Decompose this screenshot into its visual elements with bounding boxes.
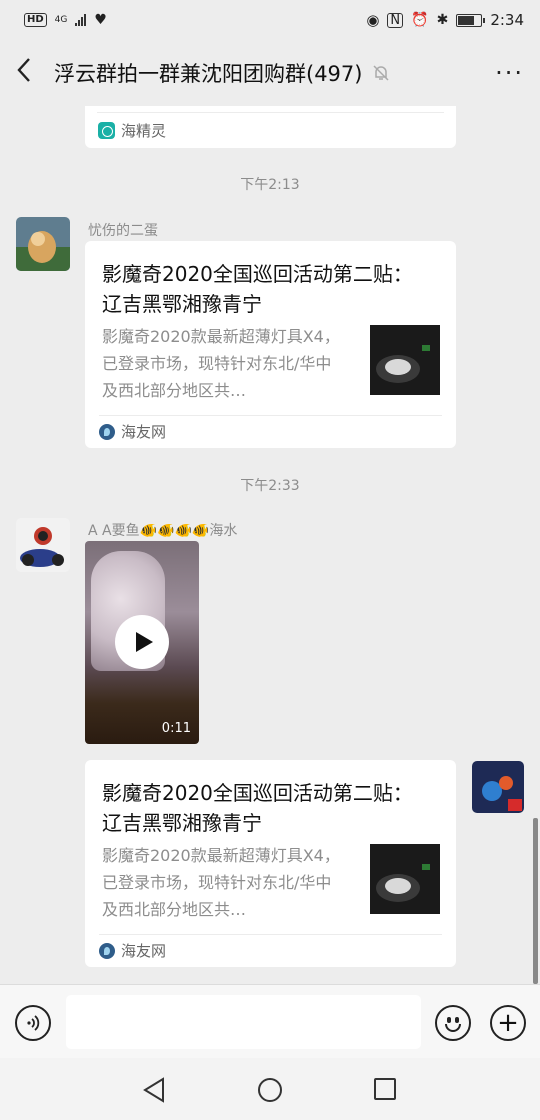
system-nav-bar [0, 1058, 540, 1120]
chat-header: 浮云群拍一群兼沈阳团购群(497) ··· [0, 40, 540, 106]
card-source: 海精灵 [121, 122, 167, 140]
play-icon [135, 632, 153, 652]
eye-icon: ◉ [366, 11, 380, 29]
card-description: 影魔奇2020款最新超薄灯具X4，已登录市场，现特针对东北/华中及西北部分地区共… [102, 327, 340, 400]
divider [97, 112, 444, 113]
play-button[interactable] [115, 615, 169, 669]
video-message[interactable]: 0:11 [85, 541, 199, 744]
alarm-icon: ⏰ [411, 12, 429, 28]
plus-icon: + [497, 1008, 519, 1038]
chat-area[interactable]: 海精灵 下午2:13 忧伤的二蛋 影魔奇2020全国巡回活动第二贴： 辽吉黑鄂湘… [0, 106, 540, 984]
network-label: 4G [54, 14, 68, 25]
nav-recent-button[interactable] [374, 1078, 396, 1100]
message-card-partial[interactable]: 海精灵 [85, 106, 456, 148]
voice-button[interactable] [15, 1005, 51, 1041]
nav-back-button[interactable] [142, 1077, 166, 1107]
scrollbar[interactable] [533, 818, 538, 984]
mute-bell-icon [372, 64, 390, 82]
heart-rate-icon: ♥ [94, 12, 107, 28]
status-bar: HD 4G ♥ ◉ N ⏰ ✱ 2:34 [0, 0, 540, 40]
link-card[interactable]: 影魔奇2020全国巡回活动第二贴： 辽吉黑鄂湘豫青宁 影魔奇2020款最新超薄灯… [85, 241, 456, 448]
more-button[interactable]: ··· [495, 59, 524, 87]
chevron-left-icon [17, 57, 30, 82]
message-input[interactable] [66, 995, 421, 1049]
card-source: 海友网 [121, 423, 167, 441]
sender-name: A A要鱼🐠🐠🐠🐠海水 [88, 523, 238, 539]
source-icon [99, 423, 115, 440]
app-source-icon [98, 122, 115, 139]
divider [99, 415, 442, 416]
battery-icon [456, 13, 486, 27]
clock: 2:34 [490, 11, 524, 29]
card-thumbnail [370, 844, 440, 914]
hd-icon: HD [24, 13, 47, 27]
emoji-button[interactable] [435, 1005, 471, 1041]
my-avatar[interactable] [472, 761, 524, 813]
more-actions-button[interactable]: + [490, 1005, 526, 1041]
divider [99, 934, 442, 935]
sender-name: 忧伤的二蛋 [88, 223, 158, 239]
chat-title: 浮云群拍一群兼沈阳团购群(497) [54, 62, 363, 86]
bluetooth-icon: ✱ [436, 12, 449, 28]
link-card[interactable]: 影魔奇2020全国巡回活动第二贴： 辽吉黑鄂湘豫青宁 影魔奇2020款最新超薄灯… [85, 760, 456, 967]
source-icon [99, 942, 115, 959]
signal-icon [75, 14, 87, 26]
emoji-icon [445, 1024, 461, 1032]
nav-home-button[interactable] [258, 1078, 282, 1102]
card-description: 影魔奇2020款最新超薄灯具X4，已登录市场，现特针对东北/华中及西北部分地区共… [102, 846, 340, 919]
avatar[interactable] [16, 518, 70, 572]
card-title: 影魔奇2020全国巡回活动第二贴： 辽吉黑鄂湘豫青宁 [102, 781, 413, 835]
card-source: 海友网 [121, 942, 167, 960]
voice-icon [27, 1015, 40, 1031]
back-button[interactable] [16, 56, 52, 91]
card-title: 影魔奇2020全国巡回活动第二贴： 辽吉黑鄂湘豫青宁 [102, 262, 413, 316]
input-bar: + [0, 984, 540, 1058]
timestamp: 下午2:13 [240, 177, 300, 193]
avatar[interactable] [16, 217, 70, 271]
video-duration: 0:11 [161, 721, 191, 736]
nfc-icon: N [387, 12, 404, 28]
card-thumbnail [370, 325, 440, 395]
timestamp: 下午2:33 [240, 478, 300, 494]
triangle-back-icon [143, 1077, 164, 1103]
